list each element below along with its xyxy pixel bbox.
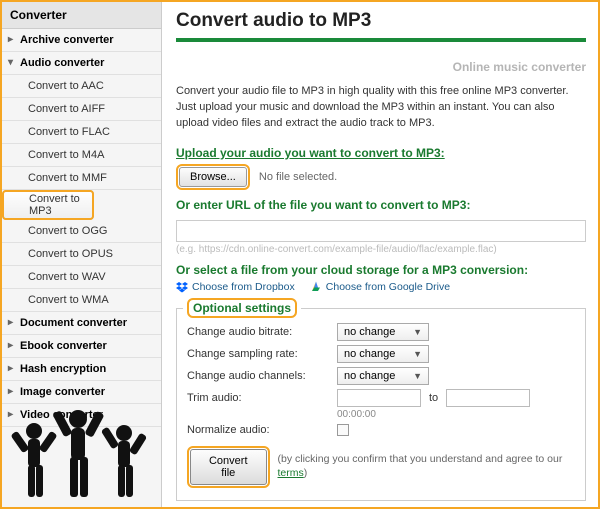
- bitrate-value: no change: [344, 326, 395, 338]
- trim-start-input[interactable]: [337, 389, 421, 407]
- sidebar-sub-wav[interactable]: Convert to WAV: [2, 266, 161, 289]
- channels-select[interactable]: no change ▼: [337, 367, 429, 385]
- app-frame: Converter Archive converter Audio conver…: [0, 0, 600, 509]
- upload-title: Upload your audio you want to convert to…: [176, 146, 586, 160]
- optional-settings-box: Optional settings Change audio bitrate: …: [176, 308, 586, 501]
- sidebar-sub-m4a[interactable]: Convert to M4A: [2, 144, 161, 167]
- sidebar: Converter Archive converter Audio conver…: [2, 2, 162, 507]
- upload-row: Browse... No file selected.: [176, 164, 586, 190]
- sidebar-sub-aac[interactable]: Convert to AAC: [2, 75, 161, 98]
- browse-button[interactable]: Browse...: [179, 167, 247, 187]
- page-title: Convert audio to MP3: [176, 10, 586, 32]
- subtitle: Online music converter: [176, 60, 586, 74]
- people-silhouette-icon: [6, 397, 156, 507]
- url-title: Or enter URL of the file you want to con…: [176, 198, 586, 212]
- sidebar-item-archive[interactable]: Archive converter: [2, 29, 161, 52]
- browse-highlight: Browse...: [176, 164, 250, 190]
- sampling-value: no change: [344, 348, 395, 360]
- sidebar-item-document[interactable]: Document converter: [2, 312, 161, 335]
- sidebar-item-ebook[interactable]: Ebook converter: [2, 335, 161, 358]
- sidebar-sub-aiff[interactable]: Convert to AIFF: [2, 98, 161, 121]
- confirm-a: (by clicking you confirm that you unders…: [278, 453, 563, 465]
- gdrive-icon: [310, 281, 322, 293]
- sidebar-sub-mp3[interactable]: Convert to MP3: [2, 190, 94, 220]
- trim-help: 00:00:00: [337, 409, 575, 420]
- sidebar-item-audio[interactable]: Audio converter: [2, 52, 161, 75]
- sidebar-header: Converter: [2, 2, 161, 29]
- cloud-row: Choose from Dropbox Choose from Google D…: [176, 281, 586, 296]
- sampling-select[interactable]: no change ▼: [337, 345, 429, 363]
- chevron-down-icon: ▼: [413, 349, 422, 359]
- sidebar-item-hash[interactable]: Hash encryption: [2, 358, 161, 381]
- chevron-down-icon: ▼: [413, 371, 422, 381]
- cloud-title: Or select a file from your cloud storage…: [176, 263, 586, 277]
- optional-legend: Optional settings: [183, 298, 301, 318]
- sidebar-sub-flac[interactable]: Convert to FLAC: [2, 121, 161, 144]
- dropbox-label: Choose from Dropbox: [192, 281, 295, 293]
- url-input[interactable]: [176, 220, 586, 242]
- terms-link[interactable]: terms: [278, 467, 304, 479]
- sampling-label: Change sampling rate:: [187, 348, 337, 360]
- gdrive-button[interactable]: Choose from Google Drive: [310, 281, 450, 293]
- confirm-b: ): [304, 467, 308, 479]
- channels-label: Change audio channels:: [187, 370, 337, 382]
- trim-to: to: [429, 392, 438, 404]
- sidebar-sub-opus[interactable]: Convert to OPUS: [2, 243, 161, 266]
- no-file-label: No file selected.: [259, 171, 337, 183]
- bitrate-label: Change audio bitrate:: [187, 326, 337, 338]
- sidebar-sub-mmf[interactable]: Convert to MMF: [2, 167, 161, 190]
- dropbox-button[interactable]: Choose from Dropbox: [176, 281, 295, 293]
- sidebar-sub-wma[interactable]: Convert to WMA: [2, 289, 161, 312]
- normalize-label: Normalize audio:: [187, 424, 337, 436]
- bitrate-select[interactable]: no change ▼: [337, 323, 429, 341]
- main-content: Convert audio to MP3 Online music conver…: [162, 2, 598, 507]
- convert-button[interactable]: Convert file: [190, 449, 267, 485]
- convert-highlight: Convert file: [187, 446, 270, 488]
- trim-end-input[interactable]: [446, 389, 530, 407]
- url-hint: (e.g. https://cdn.online-convert.com/exa…: [176, 244, 586, 255]
- sidebar-sub-ogg[interactable]: Convert to OGG: [2, 220, 161, 243]
- gdrive-label: Choose from Google Drive: [326, 281, 450, 293]
- divider: [176, 38, 586, 42]
- intro-text: Convert your audio file to MP3 in high q…: [176, 84, 586, 132]
- trim-label: Trim audio:: [187, 392, 337, 404]
- normalize-checkbox[interactable]: [337, 424, 349, 436]
- optional-highlight: Optional settings: [187, 298, 297, 318]
- dropbox-icon: [176, 281, 188, 293]
- confirm-text: (by clicking you confirm that you unders…: [278, 453, 576, 480]
- optional-legend-text: Optional settings: [193, 301, 291, 315]
- chevron-down-icon: ▼: [413, 327, 422, 337]
- channels-value: no change: [344, 370, 395, 382]
